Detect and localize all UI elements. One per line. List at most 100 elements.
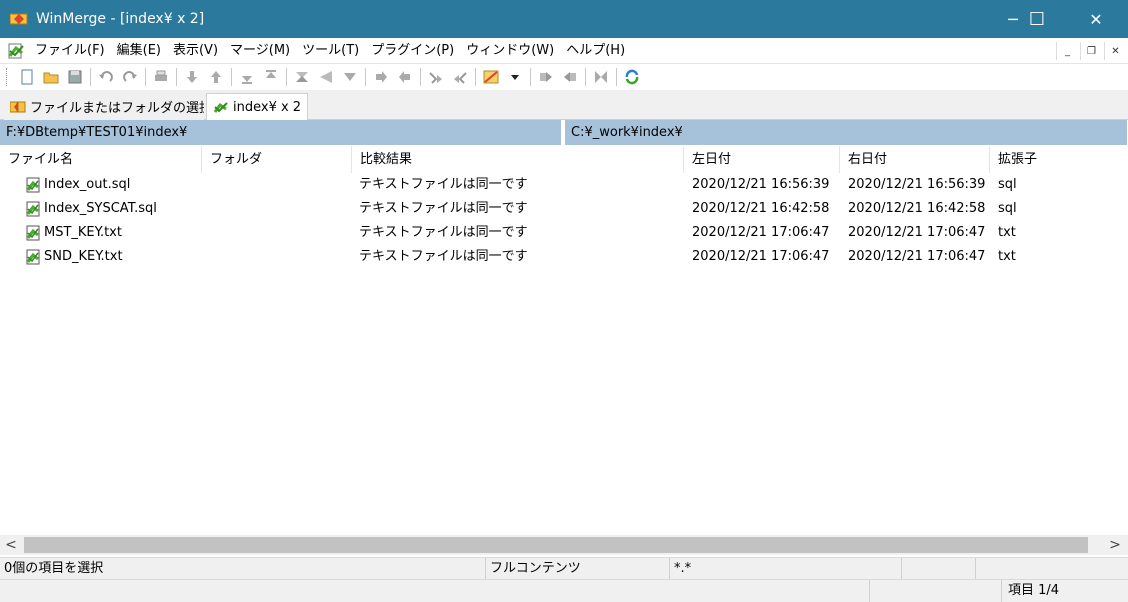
table-row[interactable]: MST_KEY.txt テキストファイルは同一です 2020/12/21 17:… bbox=[0, 221, 1128, 245]
row-result: テキストファイルは同一です bbox=[359, 201, 528, 216]
winmerge-app-icon[interactable] bbox=[9, 11, 28, 27]
row-extension: txt bbox=[998, 225, 1016, 240]
collapse-icon[interactable] bbox=[316, 67, 336, 87]
row-filename: Index_out.sql bbox=[44, 177, 131, 192]
save-icon[interactable] bbox=[65, 67, 85, 87]
maximize-icon: ☐ bbox=[1028, 8, 1046, 30]
first-diff-icon[interactable] bbox=[261, 67, 281, 87]
prev-file-icon[interactable] bbox=[560, 67, 580, 87]
new-document-icon[interactable] bbox=[17, 67, 37, 87]
status-pane-empty bbox=[0, 580, 870, 602]
column-header-row: ファイル名 フォルダ 比較結果 左日付 右日付 拡張子 bbox=[0, 146, 1128, 173]
status-pane-empty bbox=[870, 580, 1002, 602]
close-button[interactable]: ✕ bbox=[1073, 0, 1119, 38]
prev-diff-icon[interactable] bbox=[206, 67, 226, 87]
scroll-right-arrow-icon[interactable]: > bbox=[1104, 535, 1126, 555]
menu-bar: ファイル(F) 編集(E) 表示(V) マージ(M) ツール(T) プラグイン(… bbox=[0, 38, 1128, 64]
refresh-icon[interactable] bbox=[622, 67, 642, 87]
status-compare-mode: フルコンテンツ bbox=[486, 558, 670, 579]
document-menu-icon[interactable] bbox=[7, 42, 25, 60]
winmerge-tab-icon bbox=[9, 99, 26, 115]
identical-file-icon bbox=[26, 201, 40, 217]
undo-icon[interactable] bbox=[96, 67, 116, 87]
column-header-left-date[interactable]: 左日付 bbox=[684, 146, 840, 173]
toolbar-separator bbox=[616, 68, 617, 86]
copy-right-advance-icon[interactable] bbox=[426, 67, 446, 87]
next-diff-icon[interactable] bbox=[182, 67, 202, 87]
row-left-date: 2020/12/21 17:06:47 bbox=[692, 225, 830, 240]
close-icon: ✕ bbox=[1089, 9, 1103, 29]
status-selection: 0個の項目を選択 bbox=[0, 558, 486, 579]
toolbar-separator bbox=[286, 68, 287, 86]
select-icon[interactable] bbox=[340, 67, 360, 87]
mdi-close-icon: ✕ bbox=[1111, 45, 1120, 57]
row-left-date: 2020/12/21 16:42:58 bbox=[692, 201, 830, 216]
menu-merge[interactable]: マージ(M) bbox=[224, 38, 296, 64]
copy-left-advance-icon[interactable] bbox=[450, 67, 470, 87]
next-file-icon[interactable] bbox=[536, 67, 556, 87]
mdi-minimize-button[interactable]: _ bbox=[1056, 42, 1078, 60]
row-right-date: 2020/12/21 16:56:39 bbox=[848, 177, 986, 192]
mdi-restore-icon: ❐ bbox=[1087, 45, 1096, 57]
toolbar-separator bbox=[145, 68, 146, 86]
column-header-extension[interactable]: 拡張子 bbox=[990, 146, 1128, 173]
open-folder-icon[interactable] bbox=[41, 67, 61, 87]
mdi-close-button[interactable]: ✕ bbox=[1104, 42, 1126, 60]
row-result: テキストファイルは同一です bbox=[359, 249, 528, 264]
row-right-date: 2020/12/21 17:06:47 bbox=[848, 249, 986, 264]
row-left-date: 2020/12/21 17:06:47 bbox=[692, 249, 830, 264]
toolbar-grip[interactable] bbox=[6, 68, 9, 86]
title-bar: WinMerge - [index¥ x 2] ─ ☐ ✕ bbox=[0, 0, 1128, 38]
row-extension: sql bbox=[998, 177, 1017, 192]
horizontal-scrollbar[interactable]: < > bbox=[0, 535, 1128, 555]
file-list: Index_out.sql テキストファイルは同一です 2020/12/21 1… bbox=[0, 173, 1128, 269]
row-result: テキストファイルは同一です bbox=[359, 225, 528, 240]
mdi-restore-button[interactable]: ❐ bbox=[1080, 42, 1102, 60]
print-icon[interactable] bbox=[151, 67, 171, 87]
redo-icon[interactable] bbox=[120, 67, 140, 87]
status-bar-top: 0個の項目を選択 フルコンテンツ *.* bbox=[0, 557, 1128, 579]
table-row[interactable]: Index_SYSCAT.sql テキストファイルは同一です 2020/12/2… bbox=[0, 197, 1128, 221]
column-header-folder[interactable]: フォルダ bbox=[202, 146, 352, 173]
chevron-down-icon[interactable] bbox=[505, 67, 525, 87]
expand-icon[interactable] bbox=[292, 67, 312, 87]
window-title: WinMerge - [index¥ x 2] bbox=[36, 11, 205, 27]
identical-file-icon bbox=[26, 177, 40, 193]
maximize-button[interactable]: ☐ bbox=[1014, 0, 1060, 38]
mdi-minimize-icon: _ bbox=[1065, 45, 1070, 57]
row-filename: MST_KEY.txt bbox=[44, 225, 122, 240]
identical-file-icon bbox=[26, 249, 40, 265]
column-header-right-date[interactable]: 右日付 bbox=[840, 146, 990, 173]
right-path-bar[interactable]: C:¥_work¥index¥ bbox=[565, 120, 1128, 145]
table-row[interactable]: Index_out.sql テキストファイルは同一です 2020/12/21 1… bbox=[0, 173, 1128, 197]
column-header-result[interactable]: 比較結果 bbox=[352, 146, 684, 173]
tab-folder-compare[interactable]: index¥ x 2 bbox=[206, 93, 308, 121]
menu-tools[interactable]: ツール(T) bbox=[296, 38, 365, 64]
row-filename: Index_SYSCAT.sql bbox=[44, 201, 157, 216]
menu-file[interactable]: ファイル(F) bbox=[29, 38, 111, 64]
row-extension: txt bbox=[998, 249, 1016, 264]
copy-right-icon[interactable] bbox=[371, 67, 391, 87]
copy-left-icon[interactable] bbox=[395, 67, 415, 87]
table-row[interactable]: SND_KEY.txt テキストファイルは同一です 2020/12/21 17:… bbox=[0, 245, 1128, 269]
tab-bar: ファイルまたはフォルダの選択... index¥ x 2 bbox=[0, 90, 1128, 121]
merge-icon[interactable] bbox=[591, 67, 611, 87]
menu-edit[interactable]: 編集(E) bbox=[111, 38, 167, 64]
menu-view[interactable]: 表示(V) bbox=[167, 38, 224, 64]
column-header-filename[interactable]: ファイル名 bbox=[0, 146, 202, 173]
row-filename: SND_KEY.txt bbox=[44, 249, 123, 264]
scroll-left-arrow-icon[interactable]: < bbox=[0, 535, 22, 555]
last-diff-icon[interactable] bbox=[237, 67, 257, 87]
scrollbar-thumb[interactable] bbox=[24, 537, 1088, 553]
left-path-bar[interactable]: F:¥DBtemp¥TEST01¥index¥ bbox=[0, 120, 562, 145]
menu-help[interactable]: ヘルプ(H) bbox=[560, 38, 631, 64]
menu-plugins[interactable]: プラグイン(P) bbox=[365, 38, 460, 64]
row-right-date: 2020/12/21 17:06:47 bbox=[848, 225, 986, 240]
row-right-date: 2020/12/21 16:42:58 bbox=[848, 201, 986, 216]
tab-open-select[interactable]: ファイルまたはフォルダの選択... bbox=[4, 93, 204, 120]
toolbar bbox=[0, 64, 1128, 90]
menu-window[interactable]: ウィンドウ(W) bbox=[460, 38, 560, 64]
compare-color-icon[interactable] bbox=[481, 67, 501, 87]
status-bar-bottom: 項目 1/4 bbox=[0, 579, 1128, 602]
toolbar-separator bbox=[231, 68, 232, 86]
